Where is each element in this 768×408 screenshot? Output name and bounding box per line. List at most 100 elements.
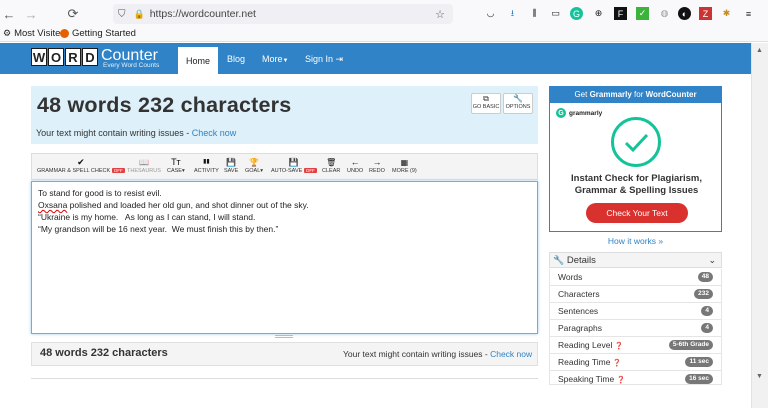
extension-icon[interactable]: ◐	[678, 7, 691, 20]
checkmark-extension-icon[interactable]: ✓	[636, 7, 649, 20]
clear-button[interactable]: 🗑 CLEAR	[322, 157, 340, 174]
nav-blog[interactable]: Blog	[227, 54, 245, 64]
puzzle-extension-icon[interactable]: ✱	[720, 7, 733, 20]
scroll-up-arrow-icon[interactable]: ▲	[756, 47, 763, 54]
editor-line: Oxsana polished and loaded her old gun, …	[38, 199, 531, 211]
dark-extension-icon[interactable]: F	[614, 7, 627, 20]
forward-arrow-icon[interactable]: →	[22, 5, 40, 23]
grammarly-ad[interactable]: Get Grammarly for WordCounter G grammarl…	[549, 86, 722, 232]
grammarly-logo: G grammarly	[556, 108, 602, 118]
warning-text: Your text might contain writing issues -	[36, 128, 192, 138]
details-row-characters: Characters 232	[549, 286, 722, 303]
reload-icon[interactable]: ⟳	[64, 5, 82, 23]
auto-save-button[interactable]: 💾 AUTO-SAVE OFF	[271, 157, 317, 174]
check-now-link[interactable]: Check now	[192, 128, 237, 138]
pocket-icon[interactable]: ◡	[484, 7, 497, 20]
details-row-speaking-time: Speaking Time ❓ 16 sec	[549, 371, 722, 385]
nav-home[interactable]: Home	[178, 47, 218, 74]
bookmark-most-visited[interactable]: ⚙ Most Visited	[3, 28, 66, 39]
save-button[interactable]: 💾 SAVE	[224, 157, 238, 174]
goal-button[interactable]: 🏆 GOAL▾	[245, 157, 263, 174]
undo-button[interactable]: ← UNDO	[347, 157, 363, 174]
tool-label: CLEAR	[322, 168, 341, 174]
nav-signin[interactable]: Sign In ⇥	[305, 54, 343, 65]
grammarly-g-icon: G	[556, 108, 566, 118]
misspelled-word[interactable]: Oxsana	[38, 200, 67, 210]
writing-issues-warning: Your text might contain writing issues -…	[36, 128, 236, 138]
tool-label: CASE▾	[167, 168, 185, 174]
back-arrow-icon[interactable]: ←	[0, 5, 18, 23]
editor-resize-handle[interactable]	[275, 335, 293, 338]
tool-label: GRAMMAR & SPELL CHECK	[37, 168, 111, 174]
thesaurus-button[interactable]: 📖 THESAURUS	[127, 157, 161, 174]
zotero-extension-icon[interactable]: Z	[699, 7, 712, 20]
site-navbar: W O R D Counter Every Word Counts Home B…	[0, 43, 751, 74]
case-button[interactable]: Tт CASE▾	[167, 157, 185, 174]
detail-label: Paragraphs	[558, 323, 602, 333]
grammarly-extension-icon[interactable]: G	[570, 7, 583, 20]
url-text[interactable]: https://wordcounter.net	[150, 8, 256, 20]
save-icon: 💾	[288, 158, 299, 167]
footer-count: 48 words 232 characters	[40, 347, 168, 359]
text-case-icon: Tт	[171, 157, 181, 167]
logo-letter[interactable]: O	[48, 48, 64, 66]
footer-warning: Your text might contain writing issues -…	[343, 349, 532, 359]
question-icon[interactable]: ❓	[615, 343, 624, 350]
question-icon[interactable]: ❓	[613, 360, 622, 367]
details-row-reading-level: Reading Level ❓ 5-6th Grade	[549, 337, 722, 354]
check-your-text-button[interactable]: Check Your Text	[586, 203, 688, 223]
detail-badge: 16 sec	[685, 374, 713, 384]
menu-icon[interactable]: ≡	[742, 7, 755, 20]
tool-label: AUTO-SAVE	[271, 168, 303, 174]
go-basic-label: GO BASIC	[472, 104, 500, 110]
details-row-reading-time: Reading Time ❓ 11 sec	[549, 354, 722, 371]
logo-letter[interactable]: D	[82, 48, 98, 66]
detail-badge: 4	[701, 323, 713, 333]
tool-label: MORE (9)	[392, 168, 417, 174]
redo-button[interactable]: → REDO	[369, 157, 385, 174]
shield-icon[interactable]: ⛉	[118, 9, 126, 20]
section-divider	[31, 378, 538, 382]
logo-letter[interactable]: W	[31, 48, 47, 66]
logo-letter[interactable]: R	[65, 48, 81, 66]
bookmark-getting-started[interactable]: Getting Started	[60, 28, 136, 39]
chevron-down-icon[interactable]: ⌄	[708, 253, 716, 268]
options-button[interactable]: 🔧 OPTIONS	[503, 93, 533, 114]
url-bar[interactable]: ⛉ 🔒 https://wordcounter.net ☆	[113, 4, 453, 24]
check-circle-icon	[611, 117, 661, 167]
wrench-icon: 🔧	[513, 94, 523, 103]
count-header-panel: 48 words 232 characters Your text might …	[31, 86, 538, 144]
editor-toolbar: ✔ GRAMMAR & SPELL CHECK OFF 📖 THESAURUS …	[31, 153, 538, 180]
bookmark-star-icon[interactable]: ☆	[435, 8, 445, 21]
lock-icon[interactable]: 🔒	[134, 9, 145, 20]
sign-in-icon: ⇥	[335, 54, 344, 64]
check-icon: ✔	[77, 157, 85, 167]
how-it-works-link[interactable]: How it works »	[549, 236, 722, 246]
ghost-extension-icon[interactable]: ◍	[658, 7, 671, 20]
ad-title: Instant Check for Plagiarism, Grammar & …	[571, 173, 702, 196]
trash-icon: 🗑	[326, 158, 337, 167]
search-extension-icon[interactable]: ⊕	[592, 7, 605, 20]
grammar-spell-check-button[interactable]: ✔ GRAMMAR & SPELL CHECK OFF	[37, 157, 125, 174]
details-header[interactable]: 🔧 Details ⌄	[549, 252, 722, 268]
sidebar-icon[interactable]: ▭	[549, 7, 562, 20]
wrench-icon: 🔧	[553, 255, 565, 265]
logo-tagline: Every Word Counts	[103, 62, 160, 69]
question-icon[interactable]: ❓	[617, 377, 626, 384]
download-icon[interactable]: ⭳	[506, 7, 519, 20]
activity-button[interactable]: ▮▮ ACTIVITY	[194, 157, 219, 174]
bookmarks-bar: ⚙ Most Visited Getting Started	[0, 27, 768, 42]
go-basic-button[interactable]: ⧉ GO BASIC	[471, 93, 501, 114]
editor-line: “Ukraine is my home. As long as I can st…	[38, 212, 256, 222]
off-badge: OFF	[111, 168, 125, 173]
scroll-down-arrow-icon[interactable]: ▼	[756, 373, 763, 380]
text-editor[interactable]: To stand for good is to resist evil. Oxs…	[31, 181, 538, 334]
check-now-link[interactable]: Check now	[490, 349, 532, 359]
page-scrollbar[interactable]: ▲ ▼	[751, 43, 768, 408]
nav-more[interactable]: More▼	[262, 54, 288, 64]
more-button[interactable]: ▦ MORE (9)	[392, 157, 417, 174]
nav-more-label: More	[262, 54, 283, 64]
save-icon: 💾	[226, 158, 237, 167]
detail-badge: 4	[701, 306, 713, 316]
library-icon[interactable]: ⫼	[528, 7, 541, 20]
